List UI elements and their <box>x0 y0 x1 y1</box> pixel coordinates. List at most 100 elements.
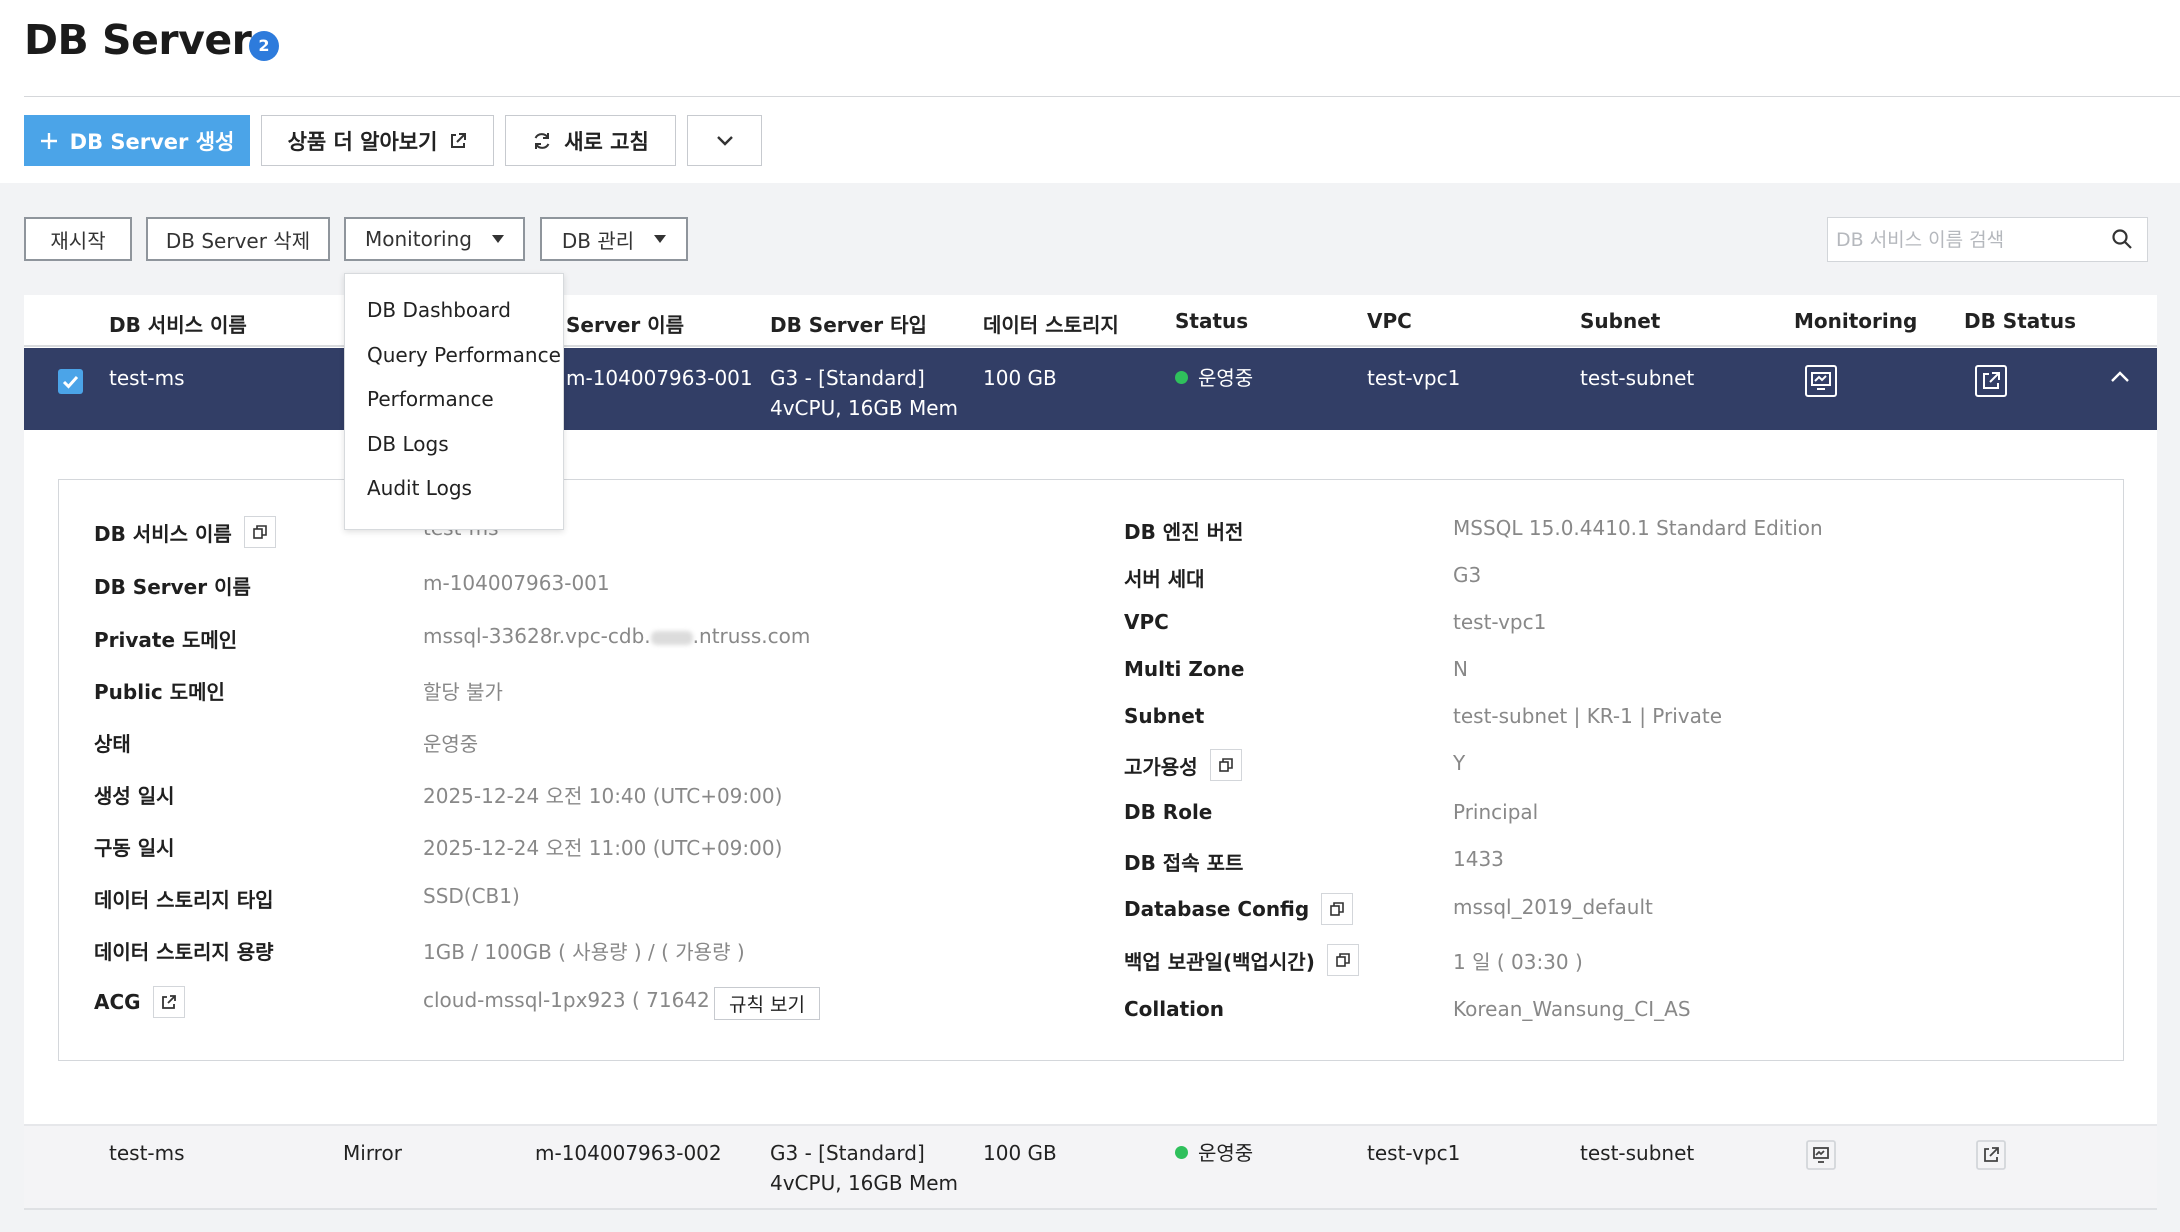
restart-button[interactable]: 재시작 <box>24 217 132 261</box>
row-checkbox[interactable] <box>58 369 83 394</box>
detail-value-server-name: m-104007963-001 <box>423 571 610 595</box>
create-db-server-button[interactable]: DB Server 생성 <box>24 115 250 166</box>
redacted-segment <box>650 630 693 645</box>
detail-label-server-generation: 서버 세대 <box>1124 567 1205 591</box>
restart-label: 재시작 <box>50 228 106 253</box>
menu-item-db-dashboard[interactable]: DB Dashboard <box>367 298 511 322</box>
menu-item-query-performance[interactable]: Query Performance <box>367 343 561 367</box>
cell-server-type: G3 - [Standard] 4vCPU, 16GB Mem <box>770 363 958 423</box>
column-header-server-name: Server 이름 <box>566 313 685 337</box>
detail-label-high-availability: 고가용성 <box>1124 749 1242 781</box>
column-header-storage: 데이터 스토리지 <box>983 313 1119 337</box>
detail-label-storage-capacity: 데이터 스토리지 용량 <box>94 940 274 964</box>
menu-item-db-logs[interactable]: DB Logs <box>367 432 449 456</box>
detail-value-state: 운영중 <box>423 732 479 756</box>
status-dot-icon <box>1175 371 1188 384</box>
detail-value-subnet: test-subnet | KR-1 | Private <box>1453 704 1723 728</box>
db-manage-dropdown-button[interactable]: DB 관리 <box>540 217 688 261</box>
detail-label-public-domain: Public 도메인 <box>94 680 225 704</box>
detail-label-multi-zone: Multi Zone <box>1124 657 1245 681</box>
column-header-subnet: Subnet <box>1580 309 1661 333</box>
chevron-up-icon[interactable] <box>2110 370 2130 384</box>
status-text: 운영중 <box>1198 366 1254 390</box>
detail-label-acg: ACG <box>94 986 185 1018</box>
search-icon[interactable] <box>2111 228 2133 250</box>
db-status-external-link-icon[interactable] <box>1976 1140 2006 1170</box>
column-header-db-status: DB Status <box>1964 309 2076 333</box>
copy-icon[interactable] <box>1321 893 1354 925</box>
detail-value-started: 2025-12-24 오전 11:00 (UTC+09:00) <box>423 836 783 860</box>
search-input[interactable] <box>1828 218 2098 261</box>
monitoring-icon[interactable] <box>1806 1140 1836 1170</box>
db-manage-label: DB 관리 <box>561 228 635 253</box>
monitoring-dropdown-button[interactable]: Monitoring <box>344 217 525 261</box>
db-status-external-link-icon[interactable] <box>1974 364 2008 398</box>
cell-status: 운영중 <box>1175 363 1253 393</box>
create-db-server-label: DB Server 생성 <box>69 129 235 154</box>
plus-icon <box>40 132 57 149</box>
copy-icon[interactable] <box>243 516 276 548</box>
cell-status: 운영중 <box>1175 1138 1253 1168</box>
cell-vpc: test-vpc1 <box>1367 366 1461 390</box>
detail-value-db-port: 1433 <box>1453 847 1504 871</box>
monitoring-icon[interactable] <box>1804 364 1838 398</box>
delete-db-server-button[interactable]: DB Server 삭제 <box>146 217 330 261</box>
detail-label-collation: Collation <box>1124 997 1225 1021</box>
cell-server-type: G3 - [Standard] 4vCPU, 16GB Mem <box>770 1138 958 1198</box>
cell-server-name: m-104007963-002 <box>535 1141 722 1165</box>
detail-value-backup-retention: 1 일 ( 03:30 ) <box>1453 950 1583 974</box>
detail-value-acg: cloud-mssql-1px923 ( 71642 ) <box>423 988 724 1012</box>
detail-value-multi-zone: N <box>1453 657 1468 681</box>
cell-server-name: m-104007963-001 <box>566 366 753 390</box>
column-header-vpc: VPC <box>1367 309 1412 333</box>
menu-item-performance[interactable]: Performance <box>367 387 494 411</box>
chevron-down-icon <box>716 135 733 146</box>
detail-label-subnet: Subnet <box>1124 704 1205 728</box>
more-options-button[interactable] <box>687 115 762 166</box>
detail-label-text: DB 서비스 이름 <box>94 521 232 546</box>
detail-label-state: 상태 <box>94 732 131 756</box>
cell-subnet: test-subnet <box>1580 366 1695 390</box>
private-domain-prefix: mssql-33628r.vpc-cdb. <box>423 624 651 648</box>
status-text: 운영중 <box>1198 1141 1254 1165</box>
page-title: DB Server <box>24 16 252 64</box>
detail-label-created: 생성 일시 <box>94 784 175 808</box>
column-header-server-type: DB Server 타입 <box>770 313 927 337</box>
cell-subnet: test-subnet <box>1580 1141 1695 1165</box>
external-link-icon <box>451 132 467 148</box>
cell-vpc: test-vpc1 <box>1367 1141 1461 1165</box>
cell-service-name: test-ms <box>109 1141 185 1165</box>
column-header-service-name: DB 서비스 이름 <box>109 313 247 337</box>
copy-icon[interactable] <box>1209 749 1242 781</box>
detail-value-private-domain: mssql-33628r.vpc-cdb. .ntruss.com <box>423 624 810 648</box>
cell-service-name: test-ms <box>109 366 185 390</box>
detail-label-vpc: VPC <box>1124 610 1169 634</box>
detail-label-text: ACG <box>94 990 141 1014</box>
caret-down-icon <box>491 235 504 243</box>
view-rules-button[interactable]: 규칙 보기 <box>714 987 820 1020</box>
refresh-button[interactable]: 새로 고침 <box>505 115 676 166</box>
private-domain-suffix: .ntruss.com <box>692 624 811 648</box>
row-divider <box>24 1208 2157 1210</box>
search-box <box>1827 217 2148 262</box>
detail-value-storage-type: SSD(CB1) <box>423 884 520 908</box>
cell-server-type-line1: G3 - [Standard] <box>770 366 925 390</box>
copy-icon[interactable] <box>1326 944 1359 976</box>
detail-value-high-availability: Y <box>1453 751 1466 775</box>
detail-value-server-generation: G3 <box>1453 563 1482 587</box>
menu-item-audit-logs[interactable]: Audit Logs <box>367 476 472 500</box>
refresh-icon <box>534 132 550 149</box>
detail-value-db-role: Principal <box>1453 800 1539 824</box>
detail-label-private-domain: Private 도메인 <box>94 628 238 652</box>
external-link-icon[interactable] <box>152 986 185 1018</box>
column-header-monitoring: Monitoring <box>1794 309 1918 333</box>
table-row[interactable]: test-ms Mirror m-104007963-002 G3 - [Sta… <box>24 1126 2157 1208</box>
monitoring-dropdown-menu: DB Dashboard Query Performance Performan… <box>344 273 564 530</box>
server-count-badge: 2 <box>249 31 279 61</box>
detail-value-database-config: mssql_2019_default <box>1453 895 1653 919</box>
detail-label-db-role: DB Role <box>1124 800 1213 824</box>
detail-label-started: 구동 일시 <box>94 836 175 860</box>
detail-value-storage-capacity: 1GB / 100GB ( 사용량 ) / ( 가용량 ) <box>423 940 745 964</box>
learn-more-button[interactable]: 상품 더 알아보기 <box>261 115 494 166</box>
delete-db-server-label: DB Server 삭제 <box>165 228 311 253</box>
